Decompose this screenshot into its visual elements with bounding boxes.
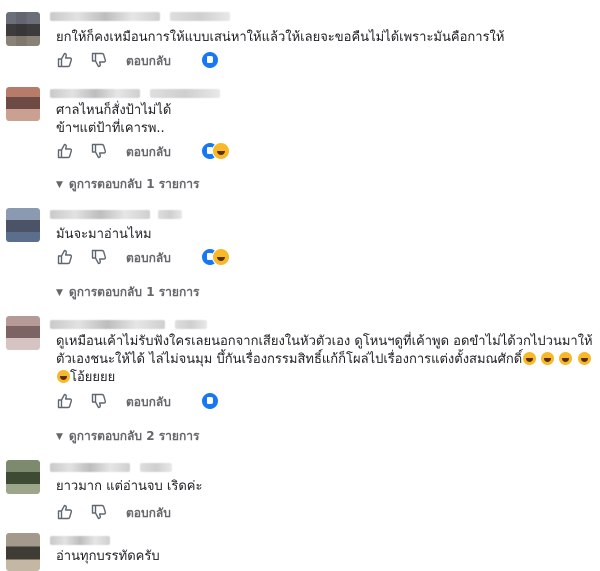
like-reaction-icon (201, 51, 219, 69)
author-name-redacted[interactable] (158, 210, 182, 219)
reply-button[interactable]: ตอบกลับ (126, 143, 171, 162)
rolling-laughing-emoji (559, 352, 573, 365)
avatar[interactable] (6, 12, 40, 46)
reply-button[interactable]: ตอบกลับ (126, 504, 171, 523)
comment-text-line: ตัวเองชนะให้ได้ ไล่ไม่จนมุม บึ้กันเรื่อง… (56, 352, 523, 367)
author-name-redacted[interactable] (50, 463, 130, 472)
view-replies-link[interactable]: ▼ ดูการตอบกลับ 1 รายการ (56, 175, 199, 194)
comment-text: ยาวมาก แต่อ่านจบ เริดค่ะ (56, 478, 202, 496)
rolling-laughing-emoji (57, 370, 70, 383)
comment-text-line-with-emoji: ตัวเองชนะให้ได้ ไล่ไม่จนมุม บึ้กันเรื่อง… (56, 351, 593, 369)
author-name-redacted[interactable] (175, 320, 207, 329)
comment-text-line: ดูเหมือนเค้าไม่รับฟังใครเลยนอกจากเสียงใน… (56, 334, 593, 349)
author-name-redacted[interactable] (50, 89, 140, 98)
thumbs-down-outline-icon[interactable] (90, 248, 108, 266)
like-reaction-icon (201, 392, 219, 410)
view-replies-label: ดูการตอบกลับ 1 รายการ (68, 285, 200, 299)
rolling-laughing-emoji (577, 352, 591, 365)
thumbs-down-outline-icon[interactable] (90, 392, 108, 410)
haha-reaction-icon (212, 142, 230, 160)
chevron-down-icon: ▼ (56, 288, 63, 298)
reply-button[interactable]: ตอบกลับ (126, 393, 171, 412)
view-replies-label: ดูการตอบกลับ 2 รายการ (68, 429, 200, 443)
comment-text-line: ยกให้ก็คงเหมือนการให้แบบเสน่หาให้แล้วให้… (56, 30, 505, 45)
thumbs-up-outline-icon[interactable] (56, 392, 74, 410)
author-name-redacted[interactable] (50, 536, 110, 545)
view-replies-link[interactable]: ▼ ดูการตอบกลับ 1 รายการ (56, 283, 199, 302)
avatar[interactable] (6, 208, 40, 242)
chevron-down-icon: ▼ (56, 180, 63, 190)
comment-text: ศาลไหนก็สั่งป้าไม่ได้ ข้าฯแต่ป้าที่เคารพ… (56, 102, 171, 138)
author-name-redacted[interactable] (140, 463, 172, 472)
comment-text-line: มันจะมาอ่านไหม (56, 227, 152, 242)
author-name-redacted[interactable] (50, 210, 150, 219)
comment-text: อ่านทุกบรรทัดครับ (56, 548, 160, 566)
thumbs-up-outline-icon[interactable] (56, 142, 74, 160)
view-replies-label: ดูการตอบกลับ 1 รายการ (68, 177, 200, 191)
reply-button[interactable]: ตอบกลับ (126, 52, 171, 71)
comment-text-line: ยาวมาก แต่อ่านจบ เริดค่ะ (56, 479, 203, 494)
thumbs-up-outline-icon[interactable] (56, 248, 74, 266)
comment-text: ดูเหมือนเค้าไม่รับฟังใครเลยนอกจากเสียงใน… (56, 333, 593, 387)
comment-text-line: ข้าฯแต่ป้าที่เคารพ.. (56, 121, 165, 136)
thumbs-down-outline-icon[interactable] (90, 142, 108, 160)
comment-text-line: โอ้ยยยย (70, 370, 116, 385)
comment-text-line: ศาลไหนก็สั่งป้าไม่ได้ (56, 103, 172, 118)
thumbs-down-outline-icon[interactable] (90, 503, 108, 521)
rolling-laughing-emoji (541, 352, 555, 365)
author-name-redacted[interactable] (150, 89, 220, 98)
reply-button[interactable]: ตอบกลับ (126, 249, 171, 268)
comment-text-line: อ่านทุกบรรทัดครับ (56, 549, 160, 564)
avatar[interactable] (6, 460, 40, 494)
avatar[interactable] (6, 316, 40, 350)
author-name-redacted[interactable] (50, 320, 165, 329)
thumbs-up-outline-icon[interactable] (56, 503, 74, 521)
author-name-redacted[interactable] (50, 12, 160, 21)
thumbs-down-outline-icon[interactable] (90, 51, 108, 69)
comment-text: มันจะมาอ่านไหม (56, 226, 152, 244)
chevron-down-icon: ▼ (56, 432, 63, 442)
avatar[interactable] (6, 533, 40, 571)
avatar[interactable] (6, 87, 40, 121)
rolling-laughing-emoji (523, 352, 537, 365)
comment-text: ยกให้ก็คงเหมือนการให้แบบเสน่หาให้แล้วให้… (56, 29, 504, 47)
view-replies-link[interactable]: ▼ ดูการตอบกลับ 2 รายการ (56, 427, 199, 446)
haha-reaction-icon (212, 248, 230, 266)
author-name-redacted[interactable] (170, 12, 230, 21)
comment-text-line-with-emoji: โอ้ยยยย (56, 369, 593, 387)
thumbs-up-outline-icon[interactable] (56, 51, 74, 69)
